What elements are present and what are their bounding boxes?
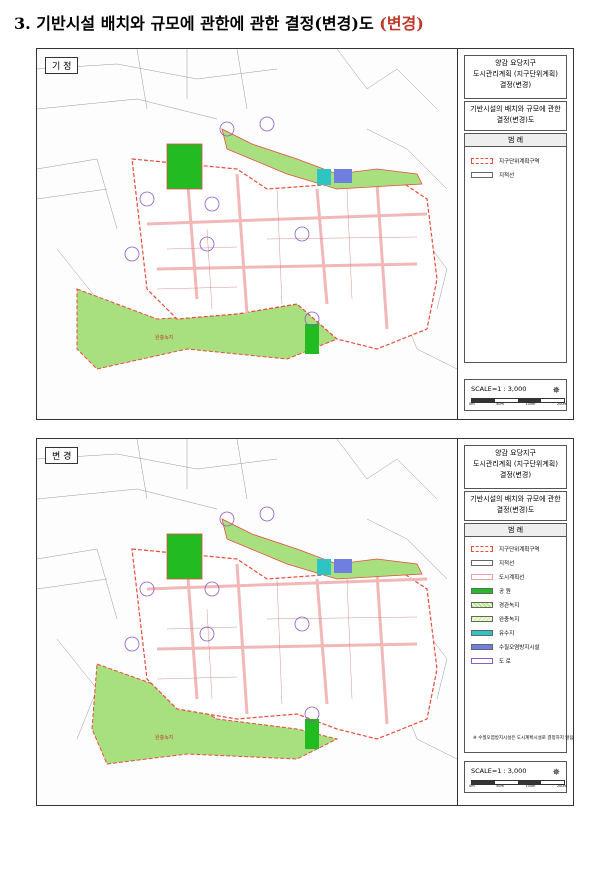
legend-item: 수질오염방지시설: [471, 643, 539, 651]
north-arrow-icon: ✵: [552, 386, 560, 396]
legend-swatch: [471, 546, 493, 552]
legend-label: 수질오염방지시설: [499, 645, 540, 651]
legend-swatch: [471, 172, 493, 178]
legend-item: 경관녹지: [471, 601, 519, 609]
legend-box: 지구단위계획구역 지적선: [464, 146, 567, 363]
park-area: [166, 533, 203, 580]
legend-swatch: [471, 574, 493, 580]
pollution-facility: [334, 559, 352, 573]
legend-item: 지구단위계획구역: [471, 157, 539, 165]
title-highlight: (변경): [379, 14, 424, 33]
project-line: 양감 요당지구: [495, 59, 536, 67]
legend-label: 경관녹지: [499, 603, 520, 609]
north-arrow-icon: ✵: [552, 768, 560, 778]
project-box: 양감 요당지구 도시관리계획 (지구단위계획) 결정(변경): [464, 445, 567, 489]
legend-swatch: [471, 588, 493, 594]
buffer-green-label: 완충녹지: [155, 334, 173, 341]
project-line: 결정(변경): [499, 471, 532, 479]
scale-tick: 200m: [556, 402, 567, 406]
legend-swatch: [471, 616, 493, 622]
retention-pond: [317, 559, 331, 575]
legend-label: 도시계획선: [499, 575, 525, 581]
plan-title-line: 결정(변경)도: [496, 506, 535, 514]
scale-box: SCALE=1 : 3,000 ✵ 0m 50m 100m 200m: [464, 379, 567, 411]
page-title: 3. 기반시설 배치와 규모에 관한에 관한 결정(변경)도 (변경): [14, 10, 424, 34]
plan-title-box: 기반시설의 배치와 규모에 관한 결정(변경)도: [464, 491, 567, 521]
scale-ticks: 0m 50m 100m 200m: [469, 784, 567, 788]
legend-swatch: [471, 158, 493, 164]
scale-text: SCALE=1 : 3,000: [471, 385, 527, 393]
legend-label: 도 로: [499, 659, 511, 665]
scale-tick: 50m: [496, 402, 504, 406]
legend-note: ※ 수질오염방지시설은 도시계획시설로 결정하지 않음: [473, 736, 574, 741]
legend-item: 도시계획선: [471, 573, 524, 581]
scale-text: SCALE=1 : 3,000: [471, 767, 527, 775]
project-box: 양감 요당지구 도시관리계획 (지구단위계획) 결정(변경): [464, 55, 567, 99]
legend-swatch: [471, 658, 493, 664]
legend-item: 유수지: [471, 629, 514, 637]
project-line: 양감 요당지구: [495, 449, 536, 457]
legend-item: 지적선: [471, 559, 514, 567]
sidebar-changed: 양감 요당지구 도시관리계획 (지구단위계획) 결정(변경) 기반시설의 배치와…: [458, 439, 574, 805]
legend-label: 지구단위계획구역: [499, 547, 540, 553]
pollution-facility: [334, 169, 352, 183]
map-drawing-changed: 완충녹지: [37, 439, 457, 765]
plan-title-line: 결정(변경)도: [496, 116, 535, 124]
legend-swatch: [471, 644, 493, 650]
legend-header: 범 례: [464, 133, 567, 147]
title-main: 3. 기반시설 배치와 규모에 관한에 관한 결정(변경)도: [14, 14, 374, 33]
legend-item: 도 로: [471, 657, 511, 665]
legend-swatch: [471, 630, 493, 636]
scale-tick: 0m: [469, 784, 475, 788]
park-lower: [305, 324, 319, 354]
legend-swatch: [471, 602, 493, 608]
panel-tag: 기 정: [45, 57, 79, 74]
map-drawing-existing: 완충녹지: [37, 49, 457, 370]
legend-box: 지구단위계획구역 지적선 도시계획선 공 원 경관녹지 완충녹지 유수지 수질오…: [464, 536, 574, 753]
scale-tick: 50m: [496, 784, 504, 788]
project-line: 결정(변경): [499, 81, 532, 89]
plan-title-line: 기반시설의 배치와 규모에 관한: [470, 495, 561, 503]
legend-item: 지적선: [471, 171, 514, 179]
park-area: [166, 143, 203, 190]
scale-ticks: 0m 50m 100m 200m: [469, 402, 567, 406]
plan-title-line: 기반시설의 배치와 규모에 관한: [470, 105, 561, 113]
legend-label: 유수지: [499, 631, 515, 637]
scale-tick: 100m: [525, 784, 536, 788]
legend-label: 지구단위계획구역: [499, 159, 540, 165]
legend-label: 공 원: [499, 589, 511, 595]
map-existing: 완충녹지 기 정: [37, 49, 458, 419]
legend-item: 공 원: [471, 587, 511, 595]
panel-existing: 완충녹지 기 정 양감 요당지구 도시관리계획 (지구단위계획) 결정(변경) …: [36, 48, 574, 420]
scale-tick: 0m: [469, 402, 475, 406]
legend-label: 지적선: [499, 561, 515, 567]
legend-swatch: [471, 560, 493, 566]
park-lower: [305, 719, 319, 749]
plan-title-box: 기반시설의 배치와 규모에 관한 결정(변경)도: [464, 101, 567, 131]
project-line: 도시관리계획 (지구단위계획): [473, 70, 558, 78]
panel-changed: 완충녹지 변 경 양감 요당지구 도시관리계획 (지구단위계획) 결정(변경) …: [36, 438, 574, 806]
legend-label: 지적선: [499, 173, 515, 179]
scale-box: SCALE=1 : 3,000 ✵ 0m 50m 100m 200m: [464, 761, 567, 793]
scale-tick: 100m: [525, 402, 536, 406]
map-changed: 완충녹지 변 경: [37, 439, 458, 805]
legend-label: 완충녹지: [499, 617, 520, 623]
legend-item: 완충녹지: [471, 615, 519, 623]
panel-tag: 변 경: [45, 447, 79, 464]
scale-tick: 200m: [556, 784, 567, 788]
buffer-green-label: 완충녹지: [155, 734, 173, 741]
legend-item: 지구단위계획구역: [471, 545, 539, 553]
retention-pond: [317, 169, 331, 185]
project-line: 도시관리계획 (지구단위계획): [473, 460, 558, 468]
sidebar-existing: 양감 요당지구 도시관리계획 (지구단위계획) 결정(변경) 기반시설의 배치와…: [458, 49, 573, 419]
legend-header: 범 례: [464, 523, 567, 537]
